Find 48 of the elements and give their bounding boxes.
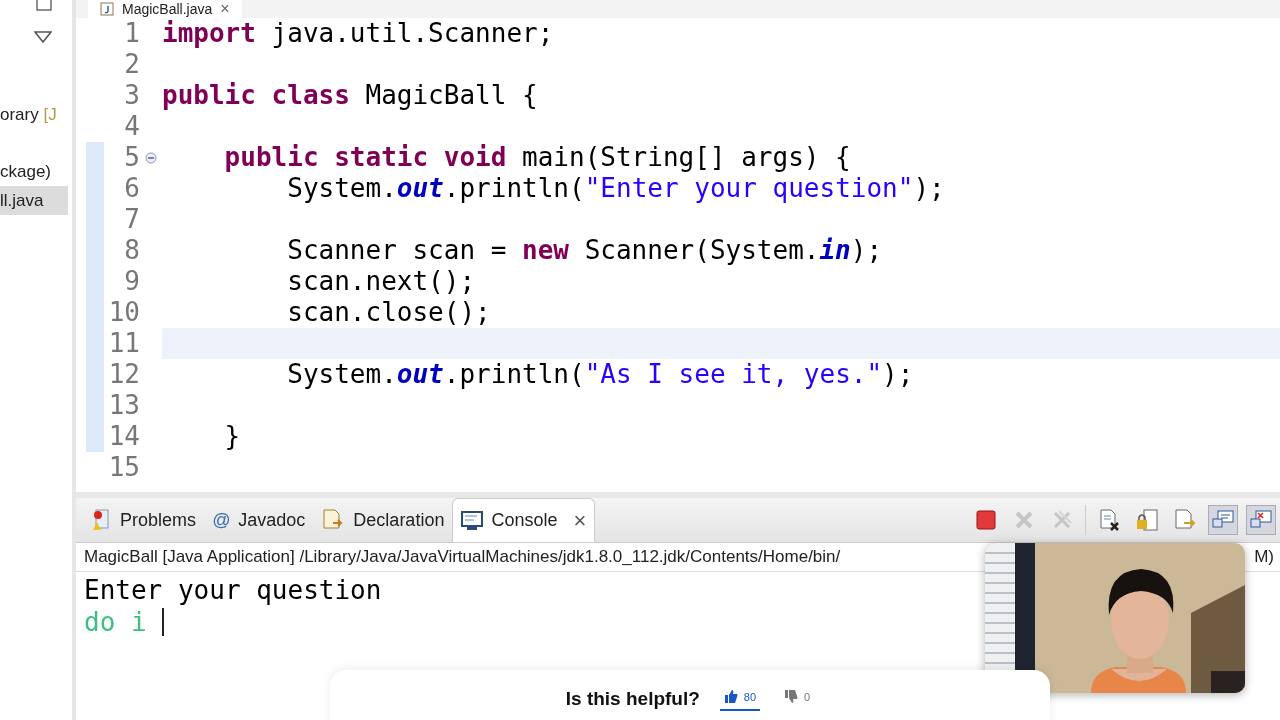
tree-item[interactable]: ll.java xyxy=(0,186,68,215)
line-number: 15 xyxy=(107,452,140,483)
code-line: scan.next(); xyxy=(286,266,476,296)
console-header: M) xyxy=(1254,547,1274,567)
code-line: System.out.println("As I see it, yes."); xyxy=(286,359,914,389)
code-line: } xyxy=(223,421,241,451)
line-number: 2 xyxy=(123,49,140,80)
line-number: 6 xyxy=(123,173,140,204)
thumbs-up-icon xyxy=(723,690,738,703)
code-line: scan.close(); xyxy=(286,297,491,327)
code-line: Scanner scan = new Scanner(System.in); xyxy=(286,235,883,265)
thumbs-down-icon xyxy=(784,690,799,703)
dropdown-icon[interactable] xyxy=(34,31,52,43)
line-number: 13 xyxy=(107,390,140,421)
feedback-question: Is this helpful? xyxy=(565,688,700,710)
line-number: 4 xyxy=(123,111,140,142)
line-number: 12 xyxy=(107,359,140,390)
code-line: System.out.println("Enter your question"); xyxy=(286,173,945,203)
line-number: 9 xyxy=(123,266,140,297)
dislike-button[interactable]: 0 xyxy=(780,688,815,709)
line-number: 7 xyxy=(123,204,140,235)
tree-item[interactable]: orary [J xyxy=(0,100,68,129)
like-button[interactable]: 80 xyxy=(719,688,761,711)
at-icon: @ xyxy=(212,509,231,531)
tree-item[interactable]: ckage) xyxy=(0,157,68,186)
panel-tab[interactable]: Console × xyxy=(452,498,596,542)
monitor-icon[interactable] xyxy=(1246,505,1276,535)
line-number: 11 xyxy=(107,328,140,359)
problems-icon xyxy=(90,508,112,532)
monitor-icon xyxy=(461,510,484,531)
line-number: 8 xyxy=(123,235,140,266)
code-line: import java.util.Scanner; xyxy=(162,18,554,48)
monitor-icon[interactable] xyxy=(1208,505,1238,535)
java-file-icon xyxy=(100,2,114,16)
console-output: Enter your question xyxy=(84,574,382,606)
line-number: 1 xyxy=(123,18,140,49)
panel-tab[interactable]: Problems xyxy=(82,498,205,542)
editor-tab[interactable]: MagicBall.java × xyxy=(88,0,242,18)
code-line: public static void main(String[] args) { xyxy=(223,142,851,172)
code-line: public class MagicBall { xyxy=(162,80,538,110)
line-number: 3 xyxy=(123,80,140,111)
line-number: 5 xyxy=(123,142,140,173)
panel-tab[interactable]: Declaration xyxy=(313,498,453,542)
line-number: 14 xyxy=(107,421,140,452)
line-number: 10 xyxy=(107,297,140,328)
panel-tab[interactable]: @ Javadoc xyxy=(204,498,314,542)
console-header: MagicBall [Java Application] /Library/Java/JavaVirtualMachines/jdk1.8.0_112.jdk/Contents/Home/bin/ xyxy=(84,547,841,567)
collapse-icon[interactable] xyxy=(145,151,157,164)
